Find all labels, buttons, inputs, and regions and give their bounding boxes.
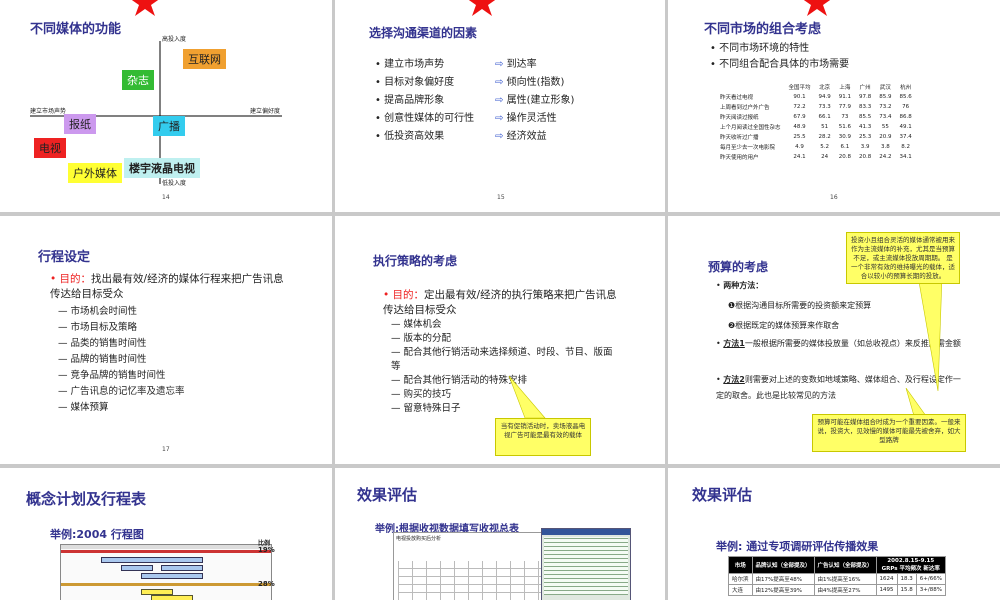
bullet-item: • 两种方法： xyxy=(716,281,764,290)
goal-text: • 目的：定出最有效/经济的执行策略来把广告讯息传达给目标受众 xyxy=(383,289,617,316)
goal-text: • 目的：找出最有效/经济的媒体行程来把广告讯息传达给目标受众 xyxy=(50,273,284,300)
page-number: 14 xyxy=(162,194,170,201)
slide-15[interactable]: 选择沟通渠道的因素 • 建立市场声势 • 目标对象偏好度 • 提高品牌形象 • … xyxy=(335,0,665,212)
table-header-row: 市场 品牌认知（全部提及） 广告认知（全部提及） 2002.8.15-9.15 GRP… xyxy=(728,556,946,574)
report-title: 电视投放购买后分析 xyxy=(396,536,442,542)
example-label: 举例:2004 行程图 xyxy=(50,528,144,541)
table-row: 哈尔滨 由17%提高至48% 由1%提高至16% 1624 18.3 6+/66% xyxy=(728,573,946,585)
table-row: 昨天收听过广播 25.5 28.2 30.9 25.3 20.9 37.4 xyxy=(720,134,912,141)
slide-14[interactable]: 不同媒体的功能 高投入度 低投入度 建立市场声势 建立偏好度 互联网 杂志 报纸… xyxy=(0,0,332,212)
list-item: — 媒体机会 xyxy=(391,319,442,330)
page-number: 17 xyxy=(162,446,170,453)
newspaper-label: 报纸 xyxy=(64,114,96,134)
slide-21[interactable]: 效果评估 举例:根据收视数据填写收视总表 电视投放购买后分析 xyxy=(335,468,665,600)
result-item: ⇨ 属性(建立形象) xyxy=(495,95,575,106)
slide-title: 预算的考虑 xyxy=(708,260,769,274)
slide-title: 概念计划及行程表 xyxy=(26,490,147,508)
slide-title: 效果评估 xyxy=(692,486,753,504)
arrow-right-icon: ⇨ xyxy=(495,59,504,70)
table-row: 昨天使用的用户 24.1 24 20.8 20.8 24.2 34.1 xyxy=(720,154,912,161)
arrow-right-icon: ⇨ xyxy=(495,113,504,124)
list-item: — 市场目标及策略 xyxy=(58,322,138,333)
slide-19[interactable]: 预算的考虑 • 两种方法： ❶根据沟通目标所需要的投资额来定预算 ❷根据既定的媒… xyxy=(668,216,1000,464)
result-item: ⇨ 操作灵活性 xyxy=(495,113,557,124)
tv-label: 电视 xyxy=(34,138,66,158)
star-icon xyxy=(131,0,159,16)
list-item: — 媒体预算 xyxy=(58,402,109,413)
budget-note-top: 投资小且组合灵活的媒体通常被用来作为主流媒体的补充，尤其是当预算不足，或主流媒体… xyxy=(846,232,960,284)
table-row: 上个月阅读过全国性杂志 48.9 51 51.6 41.3 55 49.1 xyxy=(720,124,912,131)
method-item: ❶根据沟通目标所需要的投资额来定预算 xyxy=(728,301,872,310)
page-number: 15 xyxy=(497,194,505,201)
internet-label: 互联网 xyxy=(183,49,226,69)
table-row: 每月至少去一次电影院 4.9 5.2 6.1 3.9 3.8 8.2 xyxy=(720,144,911,151)
factor-item: • 创意性媒体的可行性 xyxy=(375,113,475,124)
star-icon xyxy=(468,0,496,16)
list-item: — 市场机会时间性 xyxy=(58,306,138,317)
axis-right-label: 建立偏好度 xyxy=(250,108,281,115)
spreadsheet-thumbnail xyxy=(541,528,631,600)
schedule-chart xyxy=(60,544,272,600)
slide-18[interactable]: 执行策略的考虑 • 目的：定出最有效/经济的执行策略来把广告讯息传达给目标受众 … xyxy=(335,216,665,464)
ratio-value: 19% xyxy=(258,546,275,554)
star-icon xyxy=(803,0,831,16)
table-row: 昨天看过电视 90.1 94.9 91.1 97.8 85.9 85.6 xyxy=(720,94,912,101)
outdoor-label: 户外媒体 xyxy=(68,163,122,183)
arrow-right-icon: ⇨ xyxy=(495,77,504,88)
arrow-right-icon: ⇨ xyxy=(495,131,504,142)
slide-16[interactable]: 不同市场的组合考虑 • 不同市场环境的特性 • 不同组合配合具体的市场需要 全国… xyxy=(668,0,1000,212)
lcd-promo-note: 当有促销活动时，卖场液晶电视广告可能是最有效的载体 xyxy=(495,418,591,456)
callout-pointer xyxy=(508,375,546,419)
list-item: — 版本的分配 xyxy=(391,333,452,344)
table-row: 昨天阅读过报纸 67.9 66.1 73 85.5 73.4 86.8 xyxy=(720,114,912,121)
table-header-row: 全国平均 北京 上海 广州 武汉 杭州 xyxy=(788,85,912,91)
page-number: 16 xyxy=(830,194,838,201)
slide-title: 执行策略的考虑 xyxy=(373,254,458,268)
result-item: ⇨ 倾向性(指数) xyxy=(495,77,565,88)
slide-title: 效果评估 xyxy=(357,486,418,504)
arrow-right-icon: ⇨ xyxy=(495,95,504,106)
slide-title: 不同市场的组合考虑 xyxy=(704,22,822,37)
slide-title: 不同媒体的功能 xyxy=(30,22,122,37)
list-item: — 竞争品牌的销售时间性 xyxy=(58,370,166,381)
report-document: 电视投放购买后分析 xyxy=(393,532,551,600)
slide-22[interactable]: 效果评估 举例: 通过专项调研评估传播效果 市场 品牌认知（全部提及） 广告认知（全… xyxy=(668,468,1000,600)
market-table: 全国平均 北京 上海 广州 武汉 杭州 昨天看过电视 90.1 94.9 91.1 97.8 85… xyxy=(716,82,916,162)
factor-item: • 提高品牌形象 xyxy=(375,95,445,106)
list-item: — 广告讯息的记忆率及遗忘率 xyxy=(58,386,185,397)
result-list: ⇨ 到达率 ⇨ 倾向性(指数) ⇨ 属性(建立形象) ⇨ 操作灵活性 ⇨ 经济效… xyxy=(495,56,574,146)
slide-title: 行程设定 xyxy=(38,250,91,265)
lcd-tv-label: 楼宇液晶电视 xyxy=(124,158,200,178)
callout-pointer xyxy=(917,276,943,392)
schedule-factor-list: — 市场机会时间性 — 市场目标及策略 — 品类的销售时间性 — 品牌的销售时间… xyxy=(58,304,185,416)
factor-list: • 建立市场声势 • 目标对象偏好度 • 提高品牌形象 • 创意性媒体的可行性 … xyxy=(375,56,474,146)
budget-note-bottom: 预算可能在媒体组合时成为一个重要因素。一般来说，投资大，见效慢的媒体可能最先被舍… xyxy=(812,414,966,452)
axis-bottom-label: 低投入度 xyxy=(162,180,187,187)
slide-20[interactable]: 概念计划及行程表 举例:2004 行程图 比例 19% 28% xyxy=(0,468,332,600)
axis-left-label: 建立市场声势 xyxy=(30,108,67,115)
axis-top-label: 高投入度 xyxy=(162,36,187,43)
slide-title: 选择沟通渠道的因素 xyxy=(369,26,478,40)
slide-17[interactable]: 行程设定 • 目的：找出最有效/经济的媒体行程来把广告讯息传达给目标受众 — 市… xyxy=(0,216,332,464)
magazine-label: 杂志 xyxy=(122,70,154,90)
list-item: — 品类的销售时间性 xyxy=(58,338,147,349)
table-row: 上周看到过户外广告 72.2 73.3 77.9 83.3 73.2 76 xyxy=(720,104,910,111)
result-item: ⇨ 经济效益 xyxy=(495,131,547,142)
example-label: 举例: 通过专项调研评估传播效果 xyxy=(716,540,879,553)
method-item: ❷根据既定的媒体预算来作取舍 xyxy=(728,321,840,330)
radio-label: 广播 xyxy=(153,116,185,136)
list-item: — 品牌的销售时间性 xyxy=(58,354,147,365)
effect-table: 市场 品牌认知（全部提及） 广告认知（全部提及） 2002.8.15-9.15 GRP… xyxy=(728,556,946,596)
factor-item: • 目标对象偏好度 xyxy=(375,77,455,88)
factor-item: • 低投资高效果 xyxy=(375,131,445,142)
bullet-item: • 不同组合配合具体的市场需要 xyxy=(710,59,850,70)
factor-item: • 建立市场声势 xyxy=(375,59,445,70)
result-item: ⇨ 到达率 xyxy=(495,59,537,70)
ratio-value: 28% xyxy=(258,580,275,588)
table-row: 大连 由12%提高至39% 由4%提高至27% 1495 15.8 3+/88% xyxy=(728,584,946,596)
